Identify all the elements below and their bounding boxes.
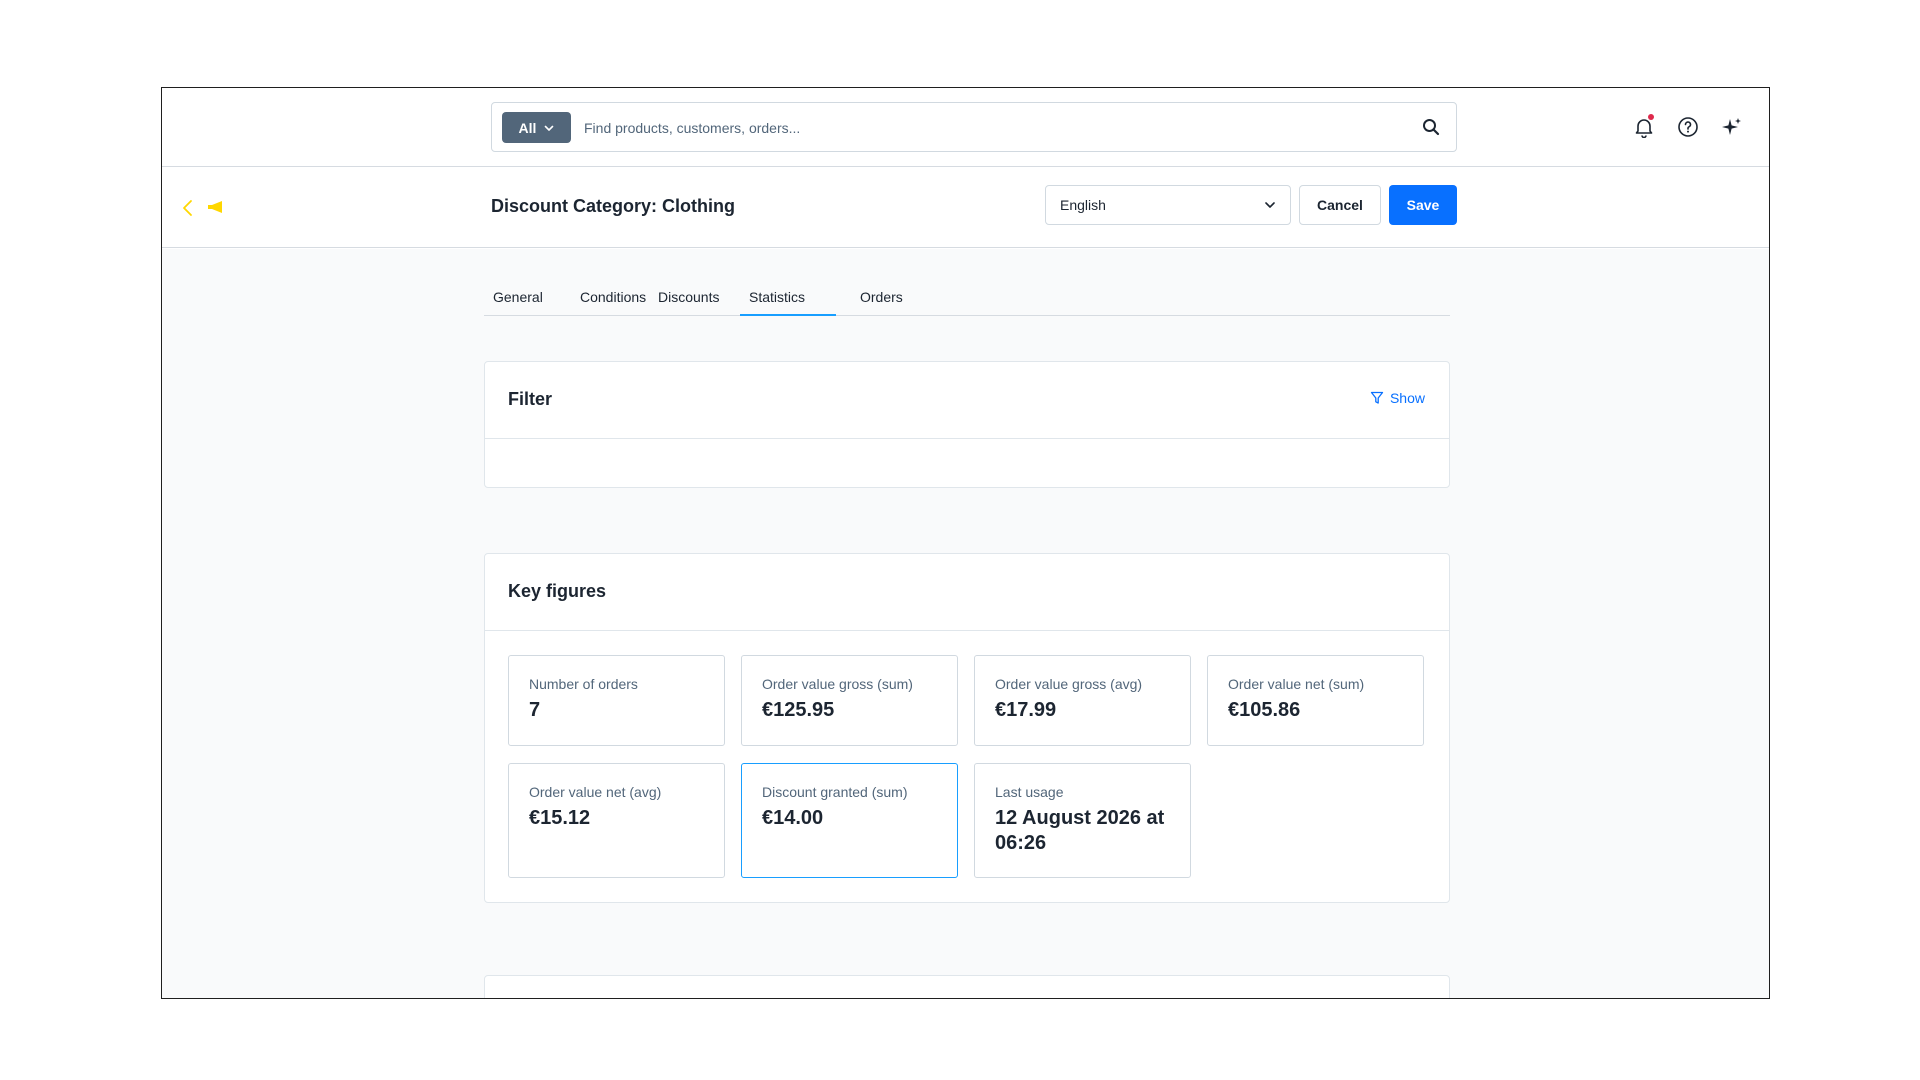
search-scope-label: All xyxy=(518,119,537,136)
key-figure-label: Order value net (avg) xyxy=(529,784,662,800)
tab-discounts[interactable]: Discounts xyxy=(649,285,728,316)
tab-general[interactable]: General xyxy=(484,285,552,316)
filter-title: Filter xyxy=(508,389,553,409)
key-figure-label: Discount granted (sum) xyxy=(762,784,908,800)
search-input[interactable] xyxy=(584,113,1384,143)
page-title: Discount Category: Clothing xyxy=(491,196,735,216)
tab-bar: General Conditions Discounts Statistics … xyxy=(484,285,1450,316)
filter-card-header: Filter Show xyxy=(485,362,1449,439)
key-figure-value: €105.86 xyxy=(1228,699,1301,721)
tab-orders[interactable]: Orders xyxy=(851,285,912,316)
key-figure-label: Number of orders xyxy=(529,676,638,692)
notification-badge xyxy=(1648,114,1654,120)
content-area: General Conditions Discounts Statistics … xyxy=(162,249,1769,998)
top-icon-bar xyxy=(1629,112,1769,142)
key-figure-tile: Order value net (sum) €105.86 xyxy=(1207,655,1424,746)
key-figure-tile: Number of orders 7 xyxy=(508,655,725,746)
help-icon xyxy=(1678,117,1698,137)
key-figures-header: Key figures xyxy=(485,554,1449,631)
language-select[interactable]: English xyxy=(1045,185,1291,225)
next-card xyxy=(484,975,1450,998)
key-figure-label: Order value gross (avg) xyxy=(995,676,1143,692)
filter-card: Filter Show xyxy=(484,361,1450,488)
back-arrow-icon[interactable] xyxy=(180,199,196,217)
help-button[interactable] xyxy=(1673,112,1703,142)
language-select-value: English xyxy=(1060,197,1106,213)
key-figure-tile: Last usage 12 August 2026 at 06:26 xyxy=(974,763,1191,878)
ai-assistant-button[interactable] xyxy=(1717,112,1747,142)
tab-conditions[interactable]: Conditions xyxy=(571,285,655,316)
page-header: Discount Category: Clothing English Canc… xyxy=(162,168,1769,248)
key-figure-label: Order value gross (sum) xyxy=(762,676,913,692)
app-window: All Discount Category: Clothing English xyxy=(161,87,1770,999)
key-figure-tile: Order value net (avg) €15.12 xyxy=(508,763,725,878)
key-figure-value: €15.12 xyxy=(529,807,591,829)
filter-show-button[interactable]: Show xyxy=(1370,390,1425,406)
key-figures-title: Key figures xyxy=(508,581,607,601)
filter-show-label: Show xyxy=(1389,390,1425,406)
key-figure-tile: Discount granted (sum) €14.00 xyxy=(741,763,958,878)
top-bar: All xyxy=(162,88,1769,167)
chevron-down-icon xyxy=(545,125,554,131)
key-figure-tile: Order value gross (avg) €17.99 xyxy=(974,655,1191,746)
key-figure-value: €17.99 xyxy=(995,699,1057,721)
save-button[interactable]: Save xyxy=(1389,185,1457,225)
chevron-down-icon xyxy=(1265,202,1275,208)
notifications-button[interactable] xyxy=(1629,112,1659,142)
key-figure-value: 7 xyxy=(529,699,541,721)
key-figure-tile: Order value gross (sum) €125.95 xyxy=(741,655,958,746)
megaphone-icon xyxy=(208,201,222,213)
global-search: All xyxy=(491,102,1457,152)
cancel-button[interactable]: Cancel xyxy=(1299,185,1381,225)
key-figure-value: €125.95 xyxy=(762,699,835,721)
sparkle-icon xyxy=(1722,118,1741,135)
key-figures-card: Key figures Number of orders 7 Order val… xyxy=(484,553,1450,903)
key-figure-label: Last usage xyxy=(995,784,1064,800)
search-scope-dropdown[interactable]: All xyxy=(502,112,571,143)
search-icon[interactable] xyxy=(1422,118,1440,136)
tab-statistics[interactable]: Statistics xyxy=(740,285,836,316)
key-figure-label: Order value net (sum) xyxy=(1228,676,1365,692)
filter-icon xyxy=(1370,391,1384,404)
key-figure-value: €14.00 xyxy=(762,807,824,829)
key-figure-value: 12 August 2026 at 06:26 xyxy=(995,807,1165,854)
